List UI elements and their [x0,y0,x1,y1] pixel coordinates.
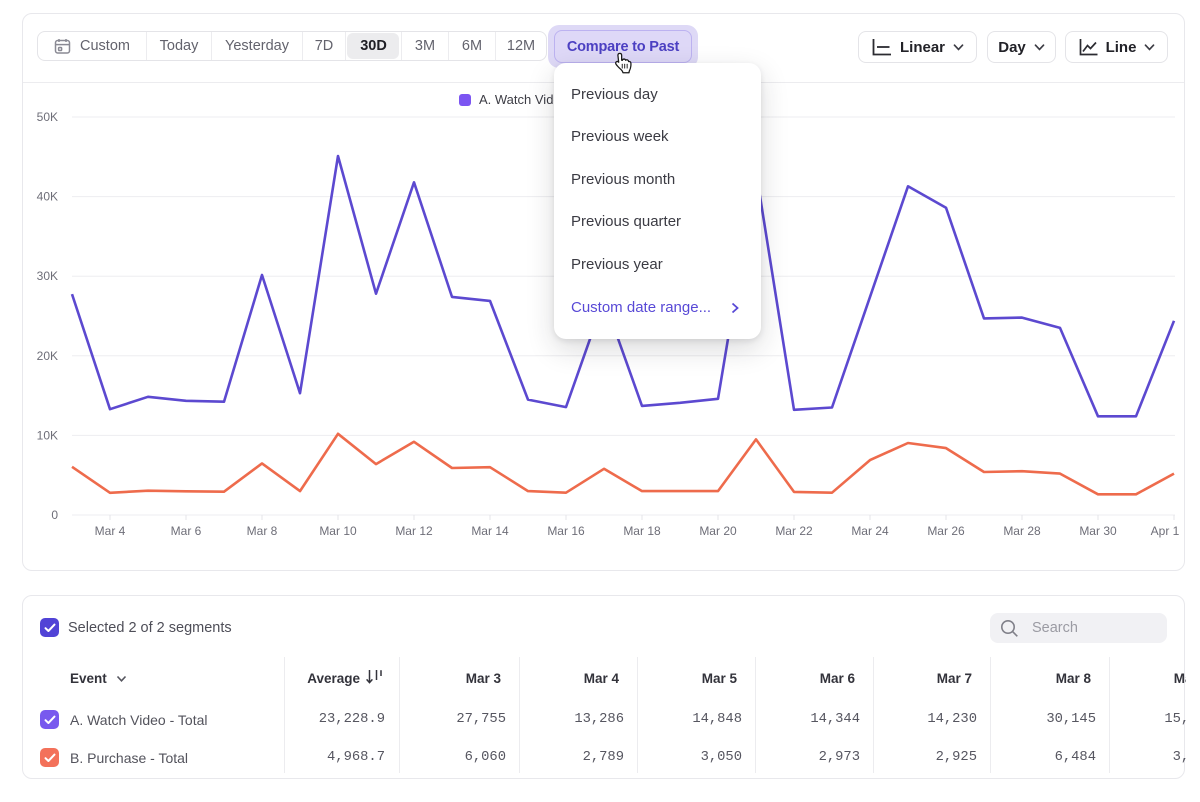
svg-text:Mar 12: Mar 12 [395,524,433,538]
svg-text:30K: 30K [37,269,58,283]
svg-text:Mar 8: Mar 8 [247,524,278,538]
svg-text:0: 0 [51,508,58,522]
svg-text:Mar 10: Mar 10 [319,524,357,538]
svg-text:Mar 18: Mar 18 [623,524,661,538]
svg-text:40K: 40K [37,190,58,204]
svg-text:Mar 14: Mar 14 [471,524,509,538]
svg-text:Mar 26: Mar 26 [927,524,965,538]
svg-text:20K: 20K [37,349,58,363]
svg-text:Mar 28: Mar 28 [1003,524,1041,538]
svg-text:10K: 10K [37,428,58,442]
svg-text:50K: 50K [37,110,58,124]
svg-text:Mar 22: Mar 22 [775,524,813,538]
svg-text:Mar 4: Mar 4 [95,524,126,538]
svg-text:Mar 30: Mar 30 [1079,524,1117,538]
svg-text:Apr 1: Apr 1 [1151,524,1180,538]
svg-text:Mar 16: Mar 16 [547,524,585,538]
svg-text:Mar 6: Mar 6 [171,524,202,538]
svg-text:Mar 20: Mar 20 [699,524,737,538]
svg-text:Mar 24: Mar 24 [851,524,889,538]
